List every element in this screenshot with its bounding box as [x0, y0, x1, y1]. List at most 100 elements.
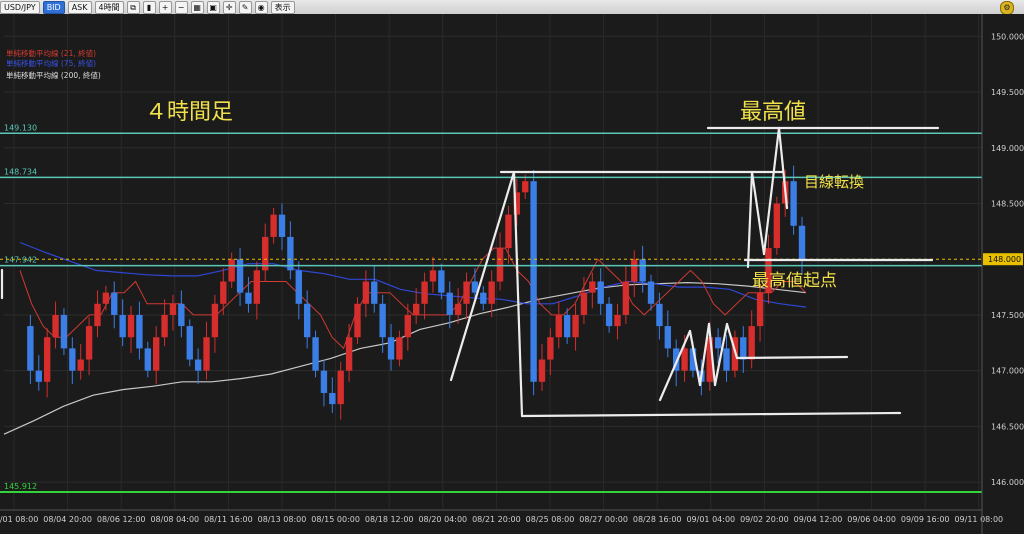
candle-up: [505, 214, 512, 249]
candle-down: [329, 392, 336, 405]
candle-down: [111, 292, 118, 315]
candle-up: [228, 259, 235, 282]
price-level-label: 149.130: [4, 123, 37, 132]
y-tick-label: 147.000: [991, 367, 1024, 376]
candle-up: [496, 248, 504, 282]
candle-up: [253, 270, 261, 304]
candle-up: [404, 314, 411, 338]
candle-down: [236, 259, 244, 293]
candle-up: [756, 292, 764, 327]
candle-up: [220, 281, 227, 304]
candle-up: [345, 337, 353, 371]
candle-down: [639, 259, 646, 282]
price-level-label: 147.942: [4, 256, 37, 265]
candle-up: [153, 337, 160, 371]
candle-up: [589, 281, 596, 293]
current-price-label: 148.000: [988, 255, 1021, 264]
candle-up: [413, 303, 420, 315]
gear-icon[interactable]: ⚙: [1000, 1, 1014, 15]
candle-down: [60, 314, 68, 349]
bar-chart-icon[interactable]: ▮: [142, 0, 156, 14]
candle-up: [580, 292, 588, 315]
timeframe-select[interactable]: 4時間: [94, 0, 124, 14]
candle-down: [664, 326, 671, 349]
zoom-out-icon[interactable]: −: [174, 0, 188, 14]
y-tick-label: 150.000: [991, 32, 1024, 41]
candle-up: [77, 359, 84, 371]
candle-down: [798, 225, 806, 260]
candle-down: [605, 303, 613, 327]
candle-up: [488, 281, 495, 304]
candle-down: [530, 181, 537, 382]
candle-down: [597, 281, 604, 304]
candle-up: [421, 281, 428, 304]
candle-down: [178, 303, 185, 327]
candle-down: [312, 337, 319, 371]
candle-down: [27, 326, 34, 371]
camera-icon[interactable]: ◉: [254, 0, 268, 14]
candle-down: [740, 337, 747, 360]
timeframe-note: ４時間足: [145, 100, 234, 125]
candle-up: [94, 303, 101, 327]
candle-down: [186, 326, 193, 360]
candle-down: [387, 337, 395, 360]
candle-up: [429, 270, 437, 282]
grid-icon[interactable]: ▦: [190, 0, 204, 14]
candle-up: [522, 181, 529, 193]
candle-down: [194, 359, 202, 371]
legend-sma200: 単純移動平均線 (200, 終値): [6, 71, 101, 80]
candle-down: [723, 348, 730, 371]
toolbar: USD/JPY BID ASK 4時間 ⧉ ▮ + − ▦ ▣ ✛ ✎ ◉ 表示…: [0, 0, 1024, 15]
y-tick-label: 146.000: [991, 478, 1024, 487]
candle-up: [337, 370, 344, 405]
candle-up: [572, 314, 579, 338]
trend-line: [735, 355, 849, 360]
candle-up: [773, 203, 781, 249]
candle-up: [52, 314, 59, 338]
candle-down: [144, 348, 151, 371]
price-level-label: 145.912: [4, 482, 37, 491]
candle-up: [43, 337, 51, 382]
price-chart[interactable]: 149.130 148.734 147.942 145.912 148.000 150.…: [0, 14, 1024, 534]
candle-down: [35, 370, 42, 382]
candle-up: [211, 303, 219, 338]
candle-up: [748, 326, 755, 360]
candle-up: [169, 303, 177, 315]
image-icon[interactable]: ▣: [206, 0, 220, 14]
candle-down: [438, 270, 445, 293]
candle-down: [278, 214, 286, 237]
copy-icon[interactable]: ⧉: [126, 0, 140, 14]
candle-down: [446, 292, 453, 315]
ask-button[interactable]: ASK: [67, 0, 92, 14]
y-tick-label: 148.500: [991, 199, 1024, 208]
candle-down: [69, 348, 76, 371]
candle-up: [631, 259, 638, 282]
high-note: 最高値: [740, 100, 807, 125]
candle-up: [547, 337, 554, 360]
bid-button[interactable]: BID: [42, 0, 65, 14]
candle-up: [622, 281, 630, 315]
y-tick-label: 149.500: [991, 88, 1024, 97]
candle-down: [245, 292, 252, 304]
candle-up: [127, 314, 135, 338]
zoom-in-icon[interactable]: +: [158, 0, 172, 14]
display-menu[interactable]: 表示: [270, 0, 295, 14]
candle-up: [270, 214, 277, 237]
candle-up: [681, 348, 688, 371]
candle-down: [563, 314, 571, 338]
y-tick-label: 146.500: [991, 422, 1024, 431]
candle-down: [790, 181, 797, 226]
pen-icon[interactable]: ✎: [238, 0, 252, 14]
candle-down: [647, 281, 655, 304]
candle-down: [371, 281, 378, 304]
candle-up: [538, 359, 546, 382]
crosshair-icon[interactable]: ✛: [222, 0, 236, 14]
candle-down: [320, 370, 328, 393]
y-tick-label: 149.000: [991, 144, 1024, 153]
candle-up: [454, 303, 462, 315]
high-origin-note: 最高値起点: [752, 271, 837, 291]
candle-down: [480, 292, 487, 304]
candle-up: [203, 337, 210, 371]
y-tick-label: 147.500: [991, 311, 1024, 320]
symbol-select[interactable]: USD/JPY: [0, 0, 40, 14]
